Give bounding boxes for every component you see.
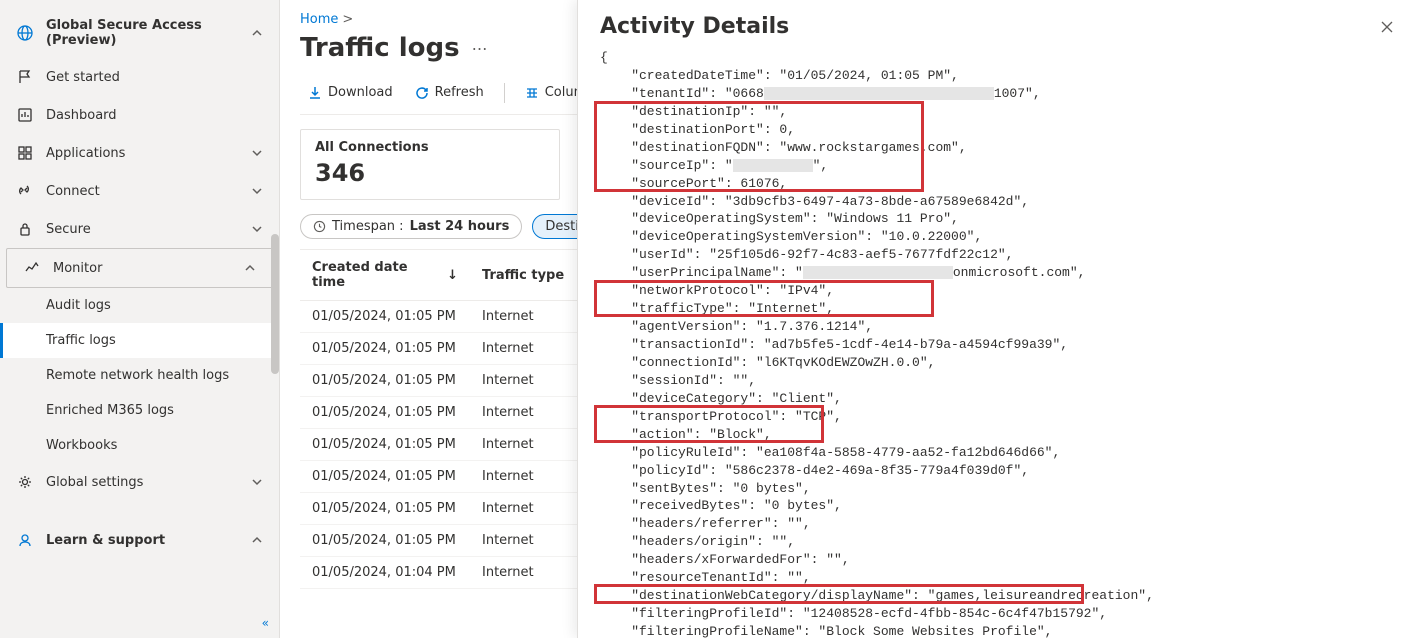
json-body[interactable]: { "createdDateTime": "01/05/2024, 01:05 …	[578, 49, 1417, 638]
page-title: Traffic logs	[300, 33, 460, 63]
collapse-sidebar-button[interactable]: «	[262, 616, 269, 630]
panel-title: Activity Details	[600, 14, 789, 39]
sidebar-item-getstarted[interactable]: Get started	[0, 58, 279, 96]
monitor-icon	[23, 259, 41, 277]
chevron-up-icon	[244, 262, 256, 274]
filter-timespan[interactable]: Timespan : Last 24 hours	[300, 214, 522, 239]
sidebar-item-connect[interactable]: Connect	[0, 172, 279, 210]
sidebar-item-workbooks[interactable]: Workbooks	[0, 428, 279, 463]
download-button[interactable]: Download	[300, 81, 401, 104]
th-type[interactable]: Traffic type	[470, 250, 580, 300]
sidebar-item-secure[interactable]: Secure	[0, 210, 279, 248]
globe-icon	[16, 24, 34, 42]
stats-label: All Connections	[315, 140, 545, 155]
chevron-down-icon	[251, 185, 263, 197]
sidebar-item-remote-health[interactable]: Remote network health logs	[0, 358, 279, 393]
chevron-down-icon	[251, 147, 263, 159]
connect-icon	[16, 182, 34, 200]
chevron-down-icon	[251, 476, 263, 488]
stats-card: All Connections 346	[300, 129, 560, 200]
dashboard-icon	[16, 106, 34, 124]
chevron-up-icon	[251, 27, 263, 39]
sort-down-icon: ↓	[447, 268, 458, 283]
columns-icon	[525, 86, 539, 100]
sidebar-item-trafficlogs[interactable]: Traffic logs	[0, 323, 279, 358]
sidebar-item-learn-support[interactable]: Learn & support	[0, 521, 279, 559]
sidebar-item-gsa[interactable]: Global Secure Access (Preview)	[0, 8, 279, 58]
th-date[interactable]: Created date time ↓	[300, 250, 470, 300]
more-menu-button[interactable]: ⋯	[472, 39, 488, 58]
sidebar-item-globalsettings[interactable]: Global settings	[0, 463, 279, 501]
gear-icon	[16, 473, 34, 491]
scrollbar[interactable]	[271, 234, 279, 374]
chevron-up-icon	[251, 534, 263, 546]
sidebar-item-auditlogs[interactable]: Audit logs	[0, 288, 279, 323]
refresh-icon	[415, 86, 429, 100]
refresh-button[interactable]: Refresh	[407, 81, 492, 104]
apps-icon	[16, 144, 34, 162]
sidebar-item-enriched-m365[interactable]: Enriched M365 logs	[0, 393, 279, 428]
stats-value: 346	[315, 159, 545, 187]
lock-icon	[16, 220, 34, 238]
support-icon	[16, 531, 34, 549]
chevron-down-icon	[251, 223, 263, 235]
sidebar-item-dashboard[interactable]: Dashboard	[0, 96, 279, 134]
download-icon	[308, 86, 322, 100]
clock-icon	[313, 220, 326, 233]
sidebar-item-monitor[interactable]: Monitor	[6, 248, 273, 288]
breadcrumb-home[interactable]: Home	[300, 12, 338, 27]
close-button[interactable]	[1379, 19, 1395, 35]
sidebar-item-applications[interactable]: Applications	[0, 134, 279, 172]
activity-details-panel: Activity Details { "createdDateTime": "0…	[577, 0, 1417, 638]
flag-icon	[16, 68, 34, 86]
sidebar: Global Secure Access (Preview) Get start…	[0, 0, 280, 638]
